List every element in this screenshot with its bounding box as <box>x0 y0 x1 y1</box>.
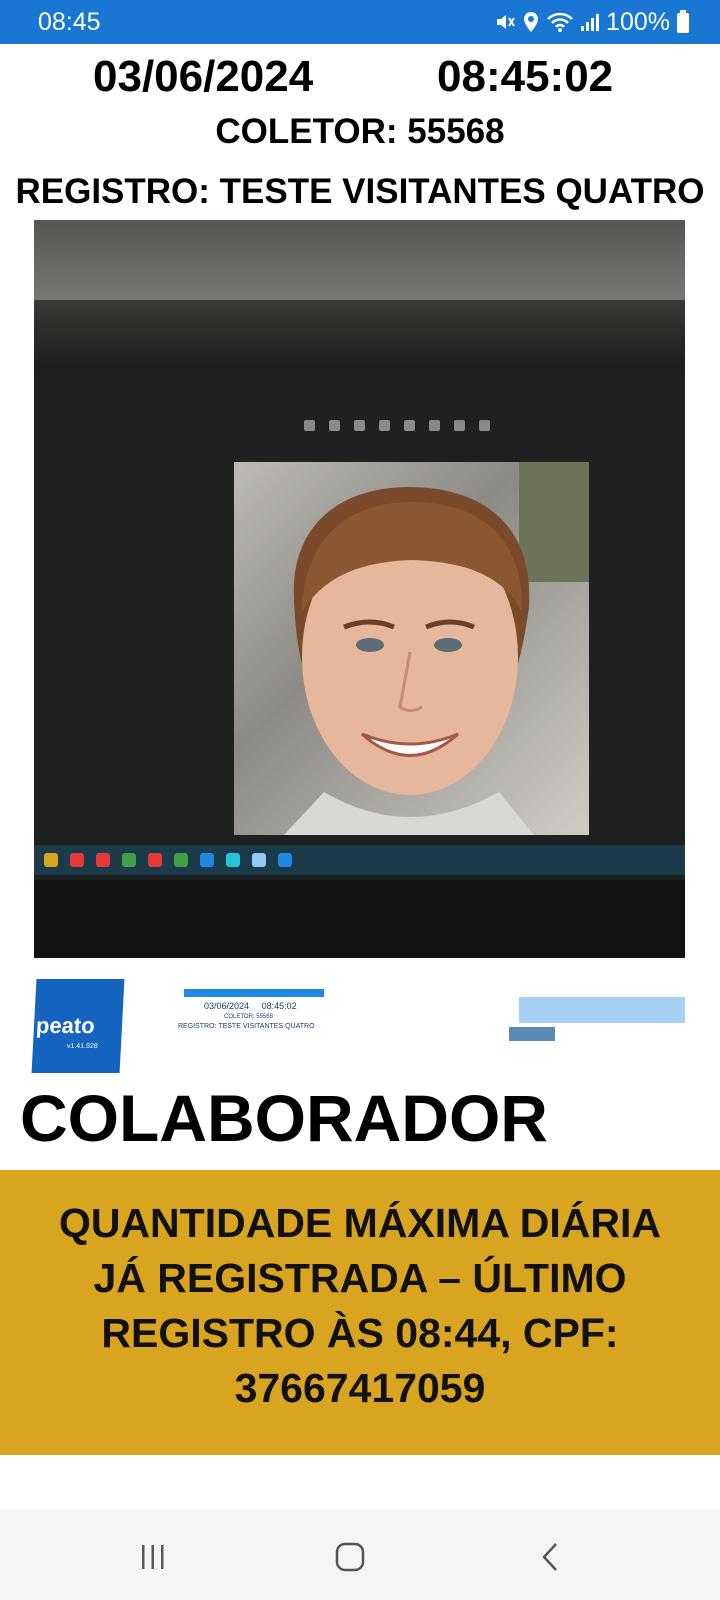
status-message: QUANTIDADE MÁXIMA DIÁRIA JÁ REGISTRADA –… <box>0 1170 720 1455</box>
signal-icon <box>580 11 600 33</box>
photo-strip: peato v1.41.928 03/06/2024 08:45:02 COLE… <box>31 975 685 1087</box>
mini-panel <box>519 997 685 1023</box>
header-time: 08:45:02 <box>437 52 614 101</box>
navigation-bar <box>0 1510 720 1600</box>
photo-taskbar <box>34 845 685 875</box>
mini-tooltip <box>509 1027 555 1041</box>
mini-header: 03/06/2024 08:45:02 COLETOR: 55568 REGIS… <box>178 989 324 1033</box>
collector-label: COLETOR: 55568 <box>215 112 505 151</box>
photo-wall-edge <box>34 300 685 370</box>
battery-icon <box>676 10 690 34</box>
face-image <box>234 462 589 835</box>
record-label: REGISTRO: TESTE VISITANTES QUATRO <box>15 172 705 211</box>
status-bar: 08:45 100% <box>0 0 720 44</box>
recents-icon[interactable] <box>133 1540 173 1574</box>
location-icon <box>522 11 540 33</box>
header-row: 03/06/2024 08:45:02 <box>0 52 720 108</box>
status-time: 08:45 <box>38 8 101 36</box>
mute-icon <box>494 11 516 33</box>
monitor-bezel <box>34 880 685 958</box>
photo-wall <box>34 220 685 300</box>
captured-photo <box>34 220 685 958</box>
wifi-icon <box>546 11 574 33</box>
home-icon[interactable] <box>330 1540 370 1574</box>
header-date: 03/06/2024 <box>93 52 314 101</box>
monitor-toolbar <box>304 420 544 436</box>
back-icon[interactable] <box>530 1540 570 1574</box>
battery-label: 100% <box>606 7 670 36</box>
app-logo: peato v1.41.928 <box>31 979 125 1073</box>
status-icons: 100% <box>494 7 690 37</box>
category-label: COLABORADOR <box>20 1081 548 1155</box>
